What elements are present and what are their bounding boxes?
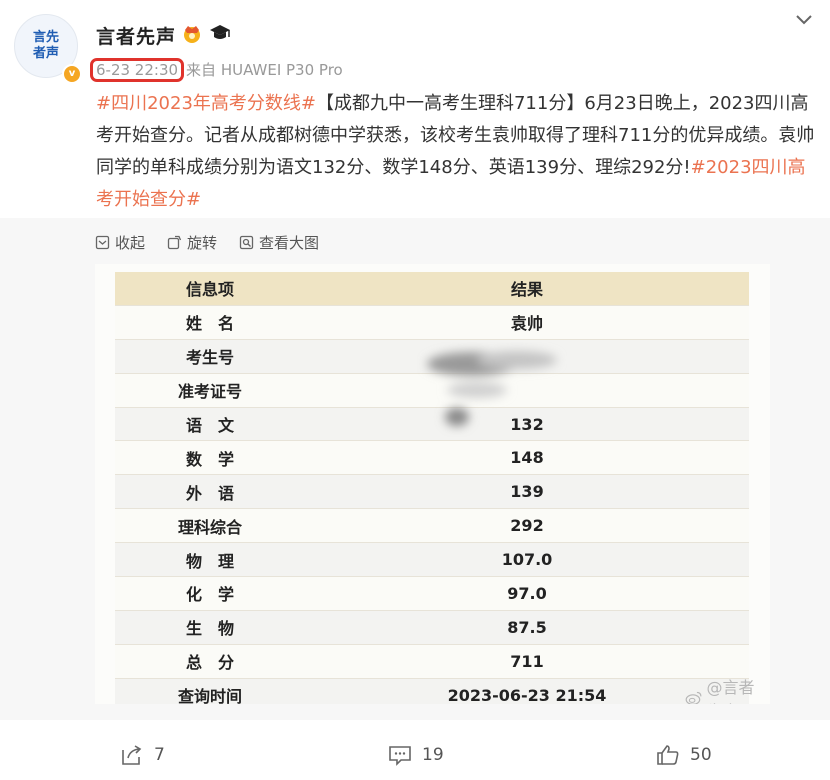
table-key-cell: 理科综合 (115, 508, 305, 544)
username[interactable]: 言者先声 (96, 22, 176, 49)
table-key-cell: 物 理 (115, 542, 305, 578)
post-source: 来自 HUAWEI P30 Pro (186, 61, 343, 79)
table-header-cell: 结果 (305, 272, 749, 306)
view-large-icon (239, 235, 254, 250)
table-row: 查询时间 2023-06-23 21:54 (115, 678, 749, 704)
table-value-cell: 148 (305, 440, 749, 476)
rotate-label: 旋转 (187, 234, 218, 252)
table-key-cell: 查询时间 (115, 678, 305, 704)
image-toolbar: 收起 旋转 查看大图 (95, 232, 319, 253)
verified-badge-icon: v (62, 64, 82, 84)
table-value-cell: 139 (305, 474, 749, 510)
table-value-cell: 711 (305, 644, 749, 679)
view-large-label: 查看大图 (259, 234, 320, 252)
avatar-text-line2: 者声 (32, 46, 59, 61)
like-count: 50 (690, 745, 712, 765)
view-large-button[interactable]: 查看大图 (239, 232, 319, 253)
post-action-bar: 7 19 50 (0, 738, 830, 778)
share-count: 7 (154, 745, 165, 765)
like-button[interactable]: 50 (656, 744, 712, 766)
graduation-cap-icon (210, 25, 230, 39)
table-key-cell: 语 文 (115, 407, 305, 442)
weibo-logo-icon (685, 691, 702, 704)
post-time[interactable]: 6-23 22:30 (90, 58, 185, 82)
share-icon (122, 745, 142, 765)
table-row: 数 学 148 (115, 440, 749, 476)
table-value-cell: 87.5 (305, 610, 749, 645)
rotate-button[interactable]: 旋转 (167, 232, 217, 253)
table-key-cell: 考生号 (115, 339, 305, 374)
image-section: 收起 旋转 查看大图 信息项 结果 姓 名袁帅 考生号 准考证号 语 文 132… (0, 218, 830, 720)
table-row: 外 语 139 (115, 474, 749, 510)
rotate-icon (167, 235, 182, 250)
table-row: 理科综合 292 (115, 508, 749, 544)
table-key-cell: 生 物 (115, 610, 305, 645)
table-value-cell: 袁帅 (305, 305, 749, 340)
collapse-label: 收起 (115, 234, 146, 252)
table-header-cell: 信息项 (115, 272, 305, 306)
comment-button[interactable]: 19 (388, 744, 444, 766)
like-icon (657, 745, 679, 765)
table-row: 生 物 87.5 (115, 610, 749, 645)
comment-count: 19 (422, 745, 444, 765)
share-button[interactable]: 7 (120, 744, 165, 766)
table-value-cell: 2023-06-23 21:54 (305, 678, 749, 704)
comment-icon (389, 746, 411, 766)
weibo-watermark: @言者先声 (685, 674, 770, 704)
table-value-cell: 97.0 (305, 576, 749, 611)
table-row: 总 分 711 (115, 644, 749, 679)
table-key-cell: 化 学 (115, 576, 305, 611)
hashtag-link[interactable]: #四川2023年高考分数线# (96, 93, 316, 114)
table-row: 物 理 107.0 (115, 542, 749, 578)
collapse-button[interactable]: 收起 (95, 232, 145, 253)
avatar-text-line1: 言先 (32, 30, 59, 45)
table-key-cell: 姓 名 (115, 305, 305, 340)
redaction-smudge (427, 351, 557, 426)
table-key-cell: 总 分 (115, 644, 305, 679)
table-row: 姓 名袁帅 (115, 305, 749, 340)
post-meta: 6-23 22:30 来自 HUAWEI P30 Pro (90, 58, 343, 82)
collapse-icon (95, 235, 110, 250)
table-value-cell: 292 (305, 508, 749, 544)
crown-icon (184, 26, 200, 43)
table-key-cell: 外 语 (115, 474, 305, 510)
score-screenshot-image[interactable]: 信息项 结果 姓 名袁帅 考生号 准考证号 语 文 132 数 学 148 外 语1… (95, 264, 770, 704)
post-text: #四川2023年高考分数线#【成都九中一高考生理科711分】6月23日晚上，20… (96, 88, 816, 216)
chevron-down-icon[interactable] (794, 12, 814, 28)
table-key-cell: 数 学 (115, 440, 305, 476)
watermark-text: @言者先声 (706, 678, 755, 704)
table-key-cell: 准考证号 (115, 373, 305, 408)
table-header-row: 信息项 结果 (115, 272, 749, 306)
table-row: 化 学 97.0 (115, 576, 749, 611)
table-value-cell: 107.0 (305, 542, 749, 578)
score-table: 信息项 结果 姓 名袁帅 考生号 准考证号 语 文 132 数 学 148 外 语1… (115, 272, 749, 704)
